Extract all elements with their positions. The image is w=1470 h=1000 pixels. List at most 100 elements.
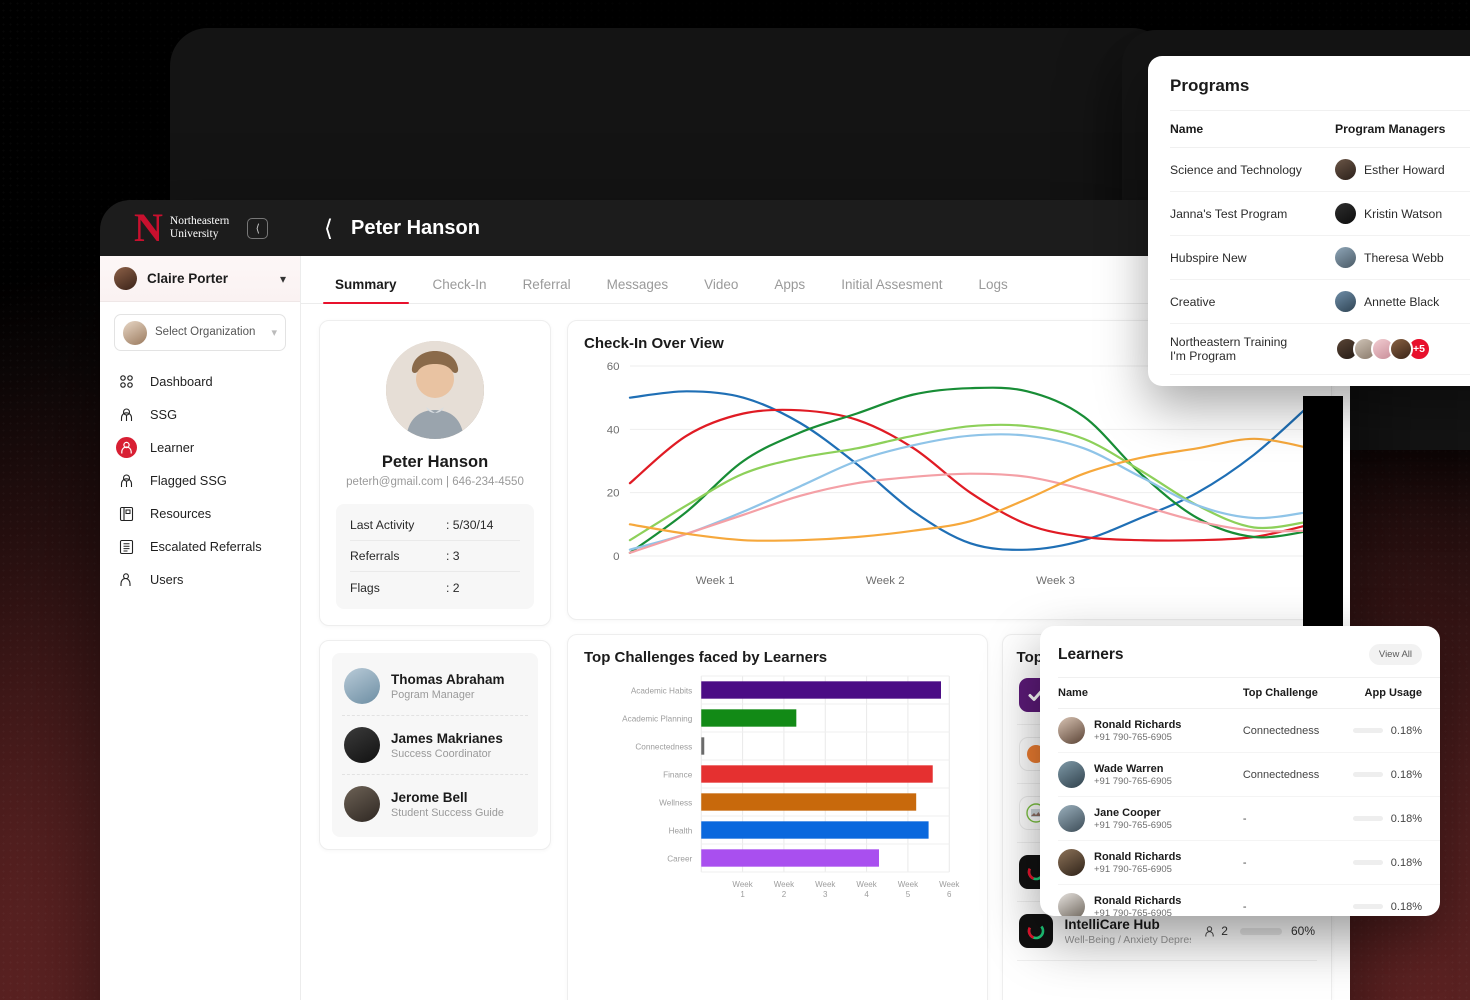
grid-dots-icon <box>116 371 137 392</box>
table-row[interactable]: Jane Cooper +91 790-765-6905 - 0.18% <box>1058 797 1440 841</box>
avatar <box>344 786 380 822</box>
learner-top-challenge: - <box>1243 885 1353 917</box>
brand-text: Northeastern University <box>170 215 229 241</box>
svg-text:Week 2: Week 2 <box>866 575 905 587</box>
table-row[interactable]: Janna's Test Program Kristin Watson <box>1170 192 1470 236</box>
sidebar-item-ssg[interactable]: SSG <box>100 398 300 431</box>
book-icon <box>116 503 137 524</box>
chevron-down-icon[interactable]: ▾ <box>271 326 277 339</box>
sidebar-item-label: SSG <box>150 407 177 422</box>
sidebar-item-label: Users <box>150 572 183 587</box>
meta-value: : 3 <box>446 549 520 563</box>
sidebar-item-users[interactable]: Users <box>100 563 300 596</box>
people-icon <box>116 470 137 491</box>
meta-key: Last Activity <box>350 518 446 532</box>
learner-app-usage-value: 0.18% <box>1391 857 1422 869</box>
chevron-left-icon[interactable]: ⟨ <box>247 218 268 239</box>
list-item[interactable]: Thomas Abraham Pogram Manager <box>342 657 528 716</box>
tab-logs[interactable]: Logs <box>960 277 1025 303</box>
sidebar-item-resources[interactable]: Resources <box>100 497 300 530</box>
page-title: Peter Hanson <box>351 217 480 240</box>
tab-initial-assesment[interactable]: Initial Assesment <box>823 277 960 303</box>
svg-text:Week: Week <box>774 880 795 889</box>
tab-messages[interactable]: Messages <box>589 277 687 303</box>
svg-text:Wellness: Wellness <box>659 799 692 808</box>
learner-app-usage-value: 0.18% <box>1391 725 1422 737</box>
avatar <box>1335 203 1356 224</box>
sidebar-item-dashboard[interactable]: Dashboard <box>100 365 300 398</box>
brand-logo[interactable]: N Northeastern University ⟨ <box>100 200 300 256</box>
user-icon <box>1203 925 1216 938</box>
table-row[interactable]: Science and Technology Esther Howard <box>1170 148 1470 192</box>
svg-text:6: 6 <box>947 890 952 899</box>
table-row[interactable]: Hubspire New Theresa Webb <box>1170 236 1470 280</box>
meta-key: Flags <box>350 581 446 595</box>
list-item[interactable]: James Makrianes Success Coordinator <box>342 716 528 775</box>
program-manager: Esther Howard <box>1335 159 1470 180</box>
tab-referral[interactable]: Referral <box>505 277 589 303</box>
learner-name: Ronald Richards <box>1094 895 1181 907</box>
sidebar-item-learner[interactable]: Learner <box>100 431 300 464</box>
learner-top-challenge: Connectedness <box>1243 709 1353 753</box>
organization-selector[interactable]: Select Organization ▾ <box>114 314 286 351</box>
list-item[interactable]: Jerome Bell Student Success Guide <box>342 775 528 833</box>
avatar <box>344 668 380 704</box>
table-row[interactable]: Ronald Richards +91 790-765-6905 Connect… <box>1058 709 1440 753</box>
top-challenges-bar-chart: Academic HabitsAcademic PlanningConnecte… <box>584 666 971 916</box>
program-name: Hubspire New <box>1170 236 1335 280</box>
chevron-down-icon[interactable]: ▾ <box>280 272 286 286</box>
sidebar-item-flagged-ssg[interactable]: Flagged SSG <box>100 464 300 497</box>
tab-video[interactable]: Video <box>686 277 756 303</box>
sidebar-item-label: Dashboard <box>150 374 213 389</box>
programs-panel: Programs Name Program Managers Science a… <box>1148 56 1470 386</box>
sidebar-item-escalated-referrals[interactable]: Escalated Referrals <box>100 530 300 563</box>
learner-phone: +91 790-765-6905 <box>1094 776 1172 787</box>
avatar <box>1335 247 1356 268</box>
program-name: Janna's Test Program <box>1170 192 1335 236</box>
sidebar-item-label: Escalated Referrals <box>150 539 262 554</box>
meta-value: : 5/30/14 <box>446 518 520 532</box>
sidebar-nav: Dashboard SSG Learner <box>100 361 300 596</box>
background-mask <box>1303 396 1343 648</box>
svg-text:Connectedness: Connectedness <box>635 743 692 752</box>
meta-key: Referrals <box>350 549 446 563</box>
avatar <box>1058 717 1085 744</box>
svg-text:Week: Week <box>856 880 877 889</box>
svg-text:Academic Habits: Academic Habits <box>631 687 692 696</box>
learner-name: Jane Cooper <box>1094 807 1172 819</box>
table-row[interactable]: Northeastern Training I'm Program +5 <box>1170 324 1470 375</box>
learner-phone: +91 790-765-6905 <box>1094 908 1181 917</box>
avatar <box>1335 291 1356 312</box>
table-row[interactable]: Creative Annette Black <box>1170 280 1470 324</box>
svg-text:Week: Week <box>732 880 753 889</box>
app-name: IntelliCare Hub <box>1065 917 1192 932</box>
svg-text:Week 1: Week 1 <box>696 575 735 587</box>
app-usage: 60% <box>1240 924 1315 938</box>
sidebar-user-switcher[interactable]: Claire Porter ▾ <box>100 256 300 302</box>
svg-text:Week: Week <box>898 880 919 889</box>
svg-text:60: 60 <box>607 361 620 373</box>
staff-list: Thomas Abraham Pogram Manager James Makr… <box>332 653 538 837</box>
tab-apps[interactable]: Apps <box>756 277 823 303</box>
tab-summary[interactable]: Summary <box>317 277 415 303</box>
learner-top-challenge: Connectedness <box>1243 753 1353 797</box>
checkin-line-chart: 0204060Week 1Week 2Week 3 <box>584 352 1315 602</box>
table-row[interactable]: Ronald Richards +91 790-765-6905 - 0.18% <box>1058 841 1440 885</box>
back-chevron-left-icon[interactable]: ⟨ <box>324 217 333 240</box>
view-all-button[interactable]: View All <box>1369 644 1422 665</box>
svg-text:4: 4 <box>864 890 869 899</box>
program-managers-cell: +5 <box>1335 324 1470 375</box>
chart-title: Top Challenges faced by Learners <box>584 649 971 666</box>
meta-row: Referrals : 3 <box>350 541 520 572</box>
learner-name-cell: Ronald Richards +91 790-765-6905 <box>1058 885 1243 917</box>
table-row[interactable]: Wade Warren +91 790-765-6905 Connectedne… <box>1058 753 1440 797</box>
staff-role: Success Coordinator <box>391 748 503 760</box>
tab-check-in[interactable]: Check-In <box>415 277 505 303</box>
learners-table: Name Top Challenge App Usage Ronald Rich… <box>1058 677 1440 916</box>
avatar-stack[interactable]: +5 <box>1335 337 1470 361</box>
svg-text:40: 40 <box>607 425 620 437</box>
progress-track <box>1353 860 1383 865</box>
people-icon <box>116 404 137 425</box>
sidebar-org-wrap: Select Organization ▾ <box>100 302 300 361</box>
table-row[interactable]: Ronald Richards +91 790-765-6905 - 0.18% <box>1058 885 1440 917</box>
